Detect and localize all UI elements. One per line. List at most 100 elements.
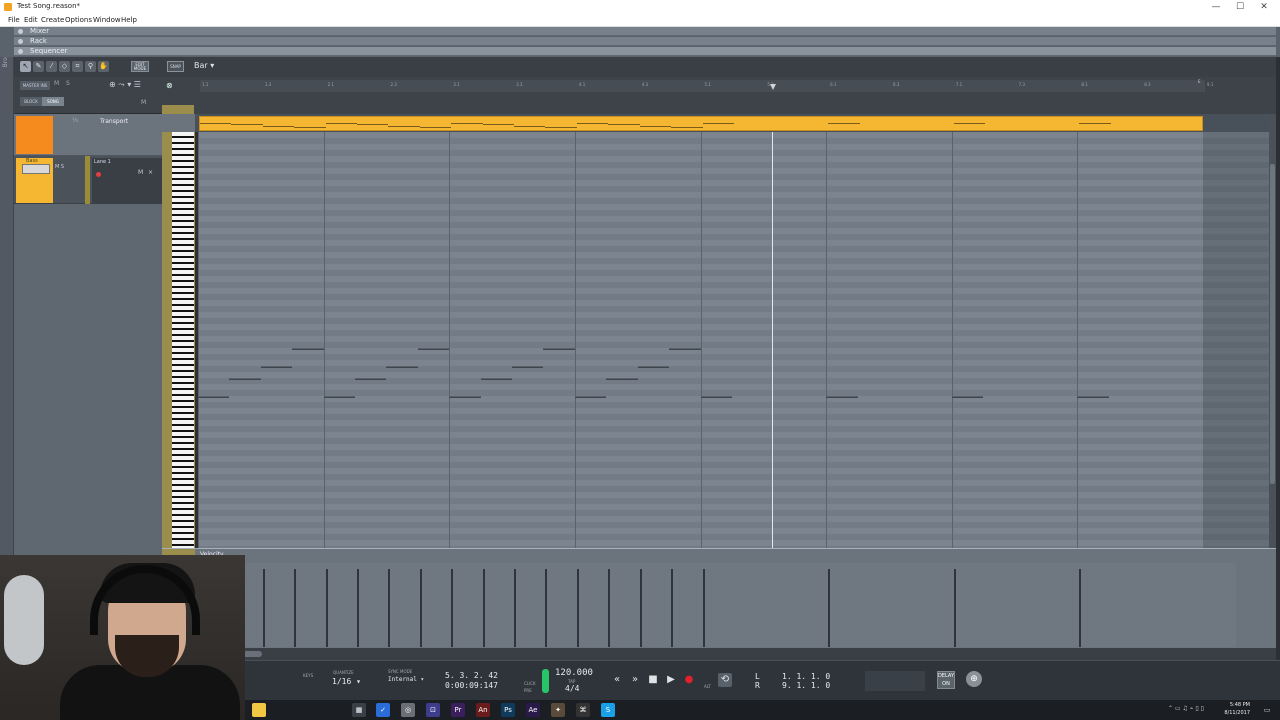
- midi-note[interactable]: [292, 348, 324, 350]
- loop-right-position[interactable]: 9. 1. 1. 0: [782, 681, 830, 690]
- quantize-value[interactable]: 1/16 ▾: [332, 677, 361, 686]
- solo-header[interactable]: S: [66, 80, 70, 87]
- globe-icon[interactable]: ⊕: [966, 671, 982, 687]
- maximize-button[interactable]: ☐: [1228, 0, 1252, 14]
- sync-mode-value[interactable]: Internal ▾: [388, 676, 424, 683]
- midi-note[interactable]: [637, 366, 670, 368]
- midi-note[interactable]: [449, 396, 481, 398]
- loop-button[interactable]: ⟲: [718, 673, 732, 687]
- midi-note[interactable]: [386, 366, 418, 368]
- bass-mute[interactable]: M: [55, 164, 59, 170]
- vertical-scroll-thumb[interactable]: [1270, 164, 1275, 484]
- vertical-scrollbar[interactable]: [1269, 114, 1276, 548]
- menu-window[interactable]: Window: [93, 16, 121, 24]
- ruler-strip[interactable]: 1.1 1.3 2.1 2.3 3.1 3.3 4.1 4.3 5.1 5.3 6.1 6.3 7.1 7…: [200, 80, 1213, 92]
- fast-forward-button[interactable]: »: [628, 673, 642, 687]
- razor-tool-icon[interactable]: ⌗: [72, 61, 83, 72]
- piano-roll-outside-area[interactable]: [1203, 132, 1269, 548]
- velocity-bar[interactable]: [608, 569, 611, 647]
- velocity-editor[interactable]: [200, 563, 1236, 647]
- minimize-button[interactable]: —: [1204, 0, 1228, 14]
- midi-note[interactable]: [574, 396, 607, 398]
- velocity-bar[interactable]: [828, 569, 831, 647]
- premiere-icon[interactable]: Pr: [451, 703, 465, 717]
- lane-delete[interactable]: ×: [148, 169, 153, 176]
- lane-mute[interactable]: M: [138, 169, 143, 176]
- piano-keys[interactable]: [172, 132, 194, 548]
- midi-note[interactable]: [512, 366, 544, 368]
- midi-note[interactable]: [669, 348, 701, 350]
- magnify-tool-icon[interactable]: ⚲: [85, 61, 96, 72]
- snap-button[interactable]: SNAP: [167, 61, 184, 72]
- edit-mode-button[interactable]: EDIT MODE: [131, 61, 149, 72]
- song-time[interactable]: 0:00:09:147: [445, 681, 498, 690]
- menu-edit[interactable]: Edit: [24, 16, 38, 24]
- velocity-bar[interactable]: [388, 569, 391, 647]
- lane-name[interactable]: Lane 1: [94, 159, 111, 165]
- midi-note[interactable]: [606, 378, 638, 380]
- song-position[interactable]: 5. 3. 2. 42: [445, 671, 498, 680]
- midi-note[interactable]: [826, 396, 858, 398]
- click-toggle[interactable]: [542, 669, 549, 693]
- skype-icon[interactable]: S: [601, 703, 615, 717]
- menu-file[interactable]: File: [8, 16, 20, 24]
- zoom-fit-icon[interactable]: ⊗: [166, 81, 173, 90]
- eraser-tool-icon[interactable]: ◇: [59, 61, 70, 72]
- play-button[interactable]: ▶: [664, 673, 678, 687]
- piano-roll-grid[interactable]: [198, 132, 1203, 548]
- mute-header[interactable]: M: [54, 80, 59, 87]
- hand-tool-icon[interactable]: ✋: [98, 61, 109, 72]
- bass-track[interactable]: Bass M S Lane 1 M ×: [14, 156, 162, 204]
- stop-button[interactable]: ■: [646, 673, 660, 687]
- velocity-bar[interactable]: [262, 569, 265, 647]
- file-explorer-icon[interactable]: [252, 703, 266, 717]
- record-enable-icon[interactable]: [96, 172, 101, 177]
- midi-note[interactable]: [198, 396, 230, 398]
- end-marker[interactable]: E: [1198, 79, 1201, 84]
- midi-note[interactable]: [1077, 396, 1109, 398]
- time-signature[interactable]: 4/4: [565, 684, 579, 693]
- line-tool-icon[interactable]: ⁄: [46, 61, 57, 72]
- pencil-tool-icon[interactable]: ✎: [33, 61, 44, 72]
- velocity-bar[interactable]: [671, 569, 674, 647]
- animate-icon[interactable]: An: [476, 703, 490, 717]
- app-icon-3[interactable]: ⌘: [576, 703, 590, 717]
- velocity-bar[interactable]: [702, 569, 705, 647]
- velocity-bar[interactable]: [639, 569, 642, 647]
- reason-taskbar-icon[interactable]: ✦: [551, 703, 565, 717]
- rack-area-bar[interactable]: Rack: [14, 37, 1276, 46]
- midi-note[interactable]: [229, 378, 261, 380]
- sequencer-toggle-icon[interactable]: [18, 49, 23, 54]
- master-inserts-button[interactable]: MASTER INS: [20, 81, 50, 90]
- horizontal-scrollbar[interactable]: [162, 648, 1276, 660]
- after-effects-icon[interactable]: Ae: [526, 703, 540, 717]
- note-clip[interactable]: [199, 116, 1203, 131]
- velocity-bar[interactable]: [294, 569, 297, 647]
- midi-note[interactable]: [480, 378, 513, 380]
- transport-track[interactable]: ⅓ Transport: [14, 114, 162, 156]
- mixer-area-bar[interactable]: Mixer: [14, 27, 1276, 36]
- app-icon-1[interactable]: ▦: [352, 703, 366, 717]
- velocity-bar[interactable]: [1079, 569, 1082, 647]
- rewind-button[interactable]: «: [610, 673, 624, 687]
- mixer-toggle-icon[interactable]: [18, 29, 23, 34]
- delay-compensation-button[interactable]: DELAY ON: [937, 671, 955, 689]
- notifications-icon[interactable]: ▭: [1260, 703, 1274, 717]
- visual-studio-icon[interactable]: ✓: [376, 703, 390, 717]
- velocity-bar[interactable]: [419, 569, 422, 647]
- block-mode-button[interactable]: BLOCK: [20, 97, 42, 106]
- system-tray[interactable]: ⌃ ▭ ♫ ⌁ ▯ ▯: [1168, 705, 1204, 712]
- midi-note[interactable]: [260, 366, 293, 368]
- close-button[interactable]: ✕: [1252, 0, 1276, 14]
- select-tool-icon[interactable]: ↖: [20, 61, 31, 72]
- midi-note[interactable]: [417, 348, 450, 350]
- photoshop-icon[interactable]: Ps: [501, 703, 515, 717]
- velocity-bar[interactable]: [357, 569, 360, 647]
- velocity-bar[interactable]: [545, 569, 548, 647]
- velocity-bar[interactable]: [514, 569, 517, 647]
- loop-left-position[interactable]: 1. 1. 1. 0: [782, 672, 830, 681]
- midi-note[interactable]: [700, 396, 732, 398]
- menu-help[interactable]: Help: [121, 16, 137, 24]
- midi-note[interactable]: [323, 396, 356, 398]
- midi-note[interactable]: [543, 348, 575, 350]
